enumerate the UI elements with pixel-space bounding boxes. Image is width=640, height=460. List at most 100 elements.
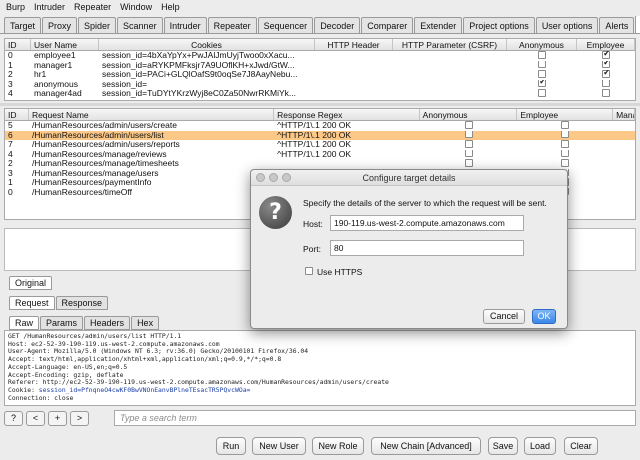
close-window-icon[interactable] <box>256 173 265 182</box>
minimize-window-icon[interactable] <box>269 173 278 182</box>
employee-checkbox[interactable] <box>602 70 611 78</box>
tab-headers[interactable]: Headers <box>84 316 131 330</box>
users-column-header[interactable]: Employee <box>577 39 635 50</box>
requests-column-header[interactable]: Request Name <box>29 109 275 120</box>
requests-column-header[interactable]: Employee <box>517 109 614 120</box>
tab-request[interactable]: Request <box>9 296 55 310</box>
tab-repeater[interactable]: Repeater <box>207 17 257 33</box>
tab-comparer[interactable]: Comparer <box>361 17 414 33</box>
new-role-button[interactable]: New Role <box>312 437 364 455</box>
employee-checkbox[interactable] <box>561 149 570 158</box>
employee-checkbox[interactable] <box>561 159 570 167</box>
menu-repeater[interactable]: Repeater <box>74 2 111 12</box>
table-row[interactable]: 6/HumanResources/admin/users/list ^HTTP/1… <box>5 130 635 141</box>
anonymous-checkbox[interactable] <box>464 140 473 148</box>
anonymous-checkbox[interactable] <box>464 149 473 158</box>
table-row[interactable]: 3 anonymous session_id= <box>5 79 635 90</box>
tab-authmatrix[interactable]: AuthMatrix <box>635 16 640 33</box>
empty-cell <box>613 140 635 150</box>
users-column-header[interactable]: ID <box>5 39 31 50</box>
empty-cell <box>393 61 507 71</box>
anonymous-checkbox[interactable] <box>538 70 546 78</box>
users-column-header[interactable]: User Name <box>31 39 99 50</box>
table-row[interactable]: 5/HumanResources/admin/users/create ^HTTP… <box>5 121 635 131</box>
empty-cell <box>613 150 635 160</box>
new-chain-button[interactable]: New Chain [Advanced] <box>371 437 481 455</box>
anonymous-checkbox[interactable] <box>538 60 546 69</box>
employee-checkbox[interactable] <box>602 60 611 69</box>
employee-checkbox[interactable] <box>561 121 570 129</box>
tab-original[interactable]: Original <box>9 276 53 290</box>
tab-user-options[interactable]: User options <box>535 17 599 33</box>
table-row[interactable]: 1 manager1 session_id=aRYKPMFksjr7A9UOflKH… <box>5 60 635 71</box>
tab-target[interactable]: Target <box>4 17 42 33</box>
employee-checkbox[interactable] <box>561 140 570 148</box>
users-column-header[interactable]: HTTP Header <box>315 39 393 50</box>
request-editor[interactable]: GET /HumanResources/admin/users/list HTT… <box>4 330 636 406</box>
request-id-cell: 5 <box>8 121 13 130</box>
users-column-header[interactable]: HTTP Parameter (CSRF) <box>393 39 507 50</box>
tab-intruder[interactable]: Intruder <box>163 17 207 33</box>
tab-project-options[interactable]: Project options <box>463 17 535 33</box>
requests-column-header[interactable]: Anonymous <box>420 109 518 120</box>
tab-sequencer[interactable]: Sequencer <box>257 17 314 33</box>
tab-spider[interactable]: Spider <box>78 17 117 33</box>
anonymous-checkbox[interactable] <box>538 51 546 59</box>
users-column-header[interactable]: Anonymous <box>507 39 577 50</box>
tab-extender[interactable]: Extender <box>414 17 463 33</box>
anonymous-checkbox[interactable] <box>464 159 473 167</box>
next-match-button[interactable]: > <box>70 410 89 426</box>
tab-params[interactable]: Params <box>40 316 84 330</box>
anonymous-checkbox[interactable] <box>538 79 547 88</box>
help-button[interactable]: ? <box>4 410 23 426</box>
tab-raw[interactable]: Raw <box>9 316 40 330</box>
use-https-label: Use HTTPS <box>317 267 363 277</box>
table-row[interactable]: 4/HumanResources/manage/reviews ^HTTP/1\.… <box>5 149 635 160</box>
role-cell <box>517 130 613 141</box>
employee-checkbox[interactable] <box>602 89 610 97</box>
tab-decoder[interactable]: Decoder <box>314 17 361 33</box>
anonymous-checkbox[interactable] <box>464 121 473 129</box>
run-button[interactable]: Run <box>216 437 246 455</box>
previous-match-button[interactable]: < <box>26 410 45 426</box>
new-user-button[interactable]: New User <box>252 437 306 455</box>
anonymous-checkbox[interactable] <box>538 89 546 97</box>
save-button[interactable]: Save <box>488 437 518 455</box>
table-row[interactable]: 2/HumanResources/manage/timesheets <box>5 159 635 169</box>
cancel-button[interactable]: Cancel <box>483 309 525 324</box>
menu-burp[interactable]: Burp <box>6 2 25 12</box>
ok-button[interactable]: OK <box>532 309 556 324</box>
clear-button[interactable]: Clear <box>564 437 598 455</box>
tab-proxy[interactable]: Proxy <box>42 17 78 33</box>
employee-checkbox[interactable] <box>602 79 610 88</box>
search-input[interactable]: Type a search term <box>114 410 636 426</box>
table-row[interactable]: 0 employee1 session_id=4bXaYpYx+PwJAlJmUyj… <box>5 51 635 61</box>
anonymous-checkbox[interactable] <box>464 130 473 139</box>
menu-intruder[interactable]: Intruder <box>34 2 65 12</box>
request-name-cell: /HumanResources/timeOff <box>31 187 132 197</box>
tab-response[interactable]: Response <box>55 296 109 310</box>
use-https-checkbox[interactable] <box>305 267 313 275</box>
tab-scanner[interactable]: Scanner <box>117 17 163 33</box>
request-regex-cell: ^HTTP/1\.1 200 OK <box>277 130 352 140</box>
add-button[interactable]: + <box>48 410 67 426</box>
port-input[interactable]: 80 <box>330 240 524 256</box>
requests-column-header[interactable]: Mana <box>613 109 635 120</box>
users-column-header[interactable]: Cookies <box>99 39 315 50</box>
menu-help[interactable]: Help <box>161 2 180 12</box>
table-row[interactable]: 7/HumanResources/admin/users/reports ^HTT… <box>5 140 635 150</box>
role-cell <box>577 51 635 61</box>
table-row[interactable]: 2 hr1 session_id=PACi+GLQlOafS9t0oqSe7J8Aa… <box>5 70 635 80</box>
table-row[interactable]: 4 manager4ad session_id=TuDYtYKrzWyj8eC0Za… <box>5 89 635 99</box>
requests-column-header[interactable]: Response Regex <box>274 109 420 120</box>
menu-window[interactable]: Window <box>120 2 152 12</box>
employee-checkbox[interactable] <box>561 130 570 139</box>
split-divider[interactable] <box>0 103 640 106</box>
requests-column-header[interactable]: ID <box>5 109 29 120</box>
tab-hex[interactable]: Hex <box>131 316 160 330</box>
host-input[interactable]: 190-119.us-west-2.compute.amazonaws.com <box>330 215 524 231</box>
zoom-window-icon[interactable] <box>282 173 291 182</box>
load-button[interactable]: Load <box>524 437 556 455</box>
employee-checkbox[interactable] <box>602 51 611 59</box>
tab-alerts[interactable]: Alerts <box>599 17 635 33</box>
